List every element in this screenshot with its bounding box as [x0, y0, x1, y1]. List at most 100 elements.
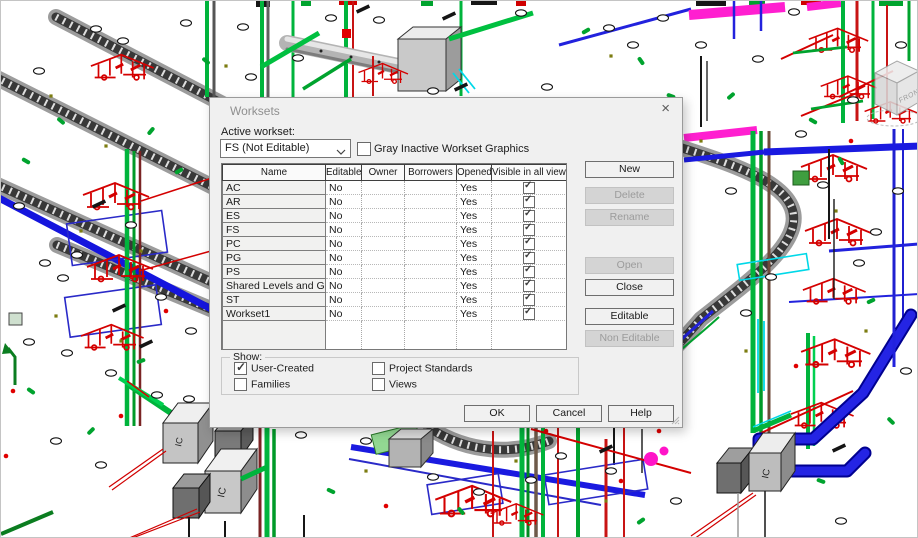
model-geometry-top	[261, 1, 533, 97]
workset-name[interactable]: FS	[223, 223, 326, 237]
workset-editable: No	[326, 265, 362, 279]
workset-owner	[362, 293, 405, 307]
close-icon[interactable]: ×	[661, 101, 670, 117]
dialog-title: Worksets	[230, 104, 280, 118]
table-row: PG No Yes	[223, 251, 567, 265]
visible-checkbox[interactable]	[523, 266, 535, 278]
table-empty-row	[223, 321, 567, 351]
workset-opened: Yes	[457, 265, 492, 279]
revit-window: IC	[0, 0, 918, 538]
rename-button[interactable]: Rename	[585, 209, 674, 226]
workset-editable: No	[326, 307, 362, 321]
workset-opened: Yes	[457, 307, 492, 321]
resize-grip-icon[interactable]	[671, 416, 680, 425]
active-workset-dropdown[interactable]: FS (Not Editable)	[220, 139, 351, 158]
delete-button[interactable]: Delete	[585, 187, 674, 204]
project-standards-label: Project Standards	[389, 362, 472, 374]
workset-name[interactable]: Workset1	[223, 307, 326, 321]
visible-checkbox[interactable]	[523, 182, 535, 194]
table-row: AC No Yes	[223, 181, 567, 195]
chevron-down-icon	[336, 146, 346, 158]
worksets-dialog: Worksets × Active workset: FS (Not Edita…	[209, 97, 683, 428]
workset-opened: Yes	[457, 279, 492, 293]
project-standards-checkbox[interactable]	[372, 362, 385, 375]
workset-name[interactable]: PS	[223, 265, 326, 279]
show-group: Show: User-Created Project Standards Fam…	[221, 357, 579, 395]
col-opened: Opened	[457, 165, 492, 181]
workset-editable: No	[326, 251, 362, 265]
views-label: Views	[389, 378, 417, 390]
workset-owner	[362, 237, 405, 251]
workset-opened: Yes	[457, 293, 492, 307]
workset-opened: Yes	[457, 251, 492, 265]
workset-opened: Yes	[457, 181, 492, 195]
visible-checkbox[interactable]	[523, 252, 535, 264]
visible-checkbox[interactable]	[523, 280, 535, 292]
worksets-table: Name Editable Owner Borrowers Opened Vis…	[221, 163, 567, 350]
workset-owner	[362, 307, 405, 321]
workset-borrowers	[405, 265, 457, 279]
workset-name[interactable]: AR	[223, 195, 326, 209]
close-button[interactable]: Close	[585, 279, 674, 296]
visible-checkbox[interactable]	[523, 294, 535, 306]
workset-name[interactable]: AC	[223, 181, 326, 195]
table-row: AR No Yes	[223, 195, 567, 209]
open-button[interactable]: Open	[585, 257, 674, 274]
col-borrowers: Borrowers	[405, 165, 457, 181]
workset-name[interactable]: PG	[223, 251, 326, 265]
families-checkbox[interactable]	[234, 378, 247, 391]
visible-checkbox[interactable]	[523, 238, 535, 250]
families-label: Families	[251, 378, 290, 390]
workset-opened: Yes	[457, 237, 492, 251]
col-owner: Owner	[362, 165, 405, 181]
workset-borrowers	[405, 251, 457, 265]
mechanical-unit[interactable]: IC	[205, 449, 257, 513]
workset-borrowers	[405, 279, 457, 293]
gray-inactive-checkbox[interactable]	[357, 142, 371, 156]
workset-borrowers	[405, 293, 457, 307]
visible-checkbox[interactable]	[523, 308, 535, 320]
cancel-button[interactable]: Cancel	[536, 405, 602, 422]
workset-borrowers	[405, 181, 457, 195]
model-geometry-right	[659, 129, 918, 449]
user-created-label: User-Created	[251, 362, 314, 374]
workset-editable: No	[326, 181, 362, 195]
workset-borrowers	[405, 307, 457, 321]
workset-editable: No	[326, 237, 362, 251]
workset-opened: Yes	[457, 223, 492, 237]
active-workset-label: Active workset:	[221, 126, 295, 138]
workset-owner	[362, 195, 405, 209]
workset-editable: No	[326, 209, 362, 223]
workset-name[interactable]: ST	[223, 293, 326, 307]
help-button[interactable]: Help	[608, 405, 674, 422]
visible-checkbox[interactable]	[523, 210, 535, 222]
visible-checkbox[interactable]	[523, 196, 535, 208]
workset-borrowers	[405, 237, 457, 251]
table-row: Shared Levels and Grids No Yes	[223, 279, 567, 293]
workset-owner	[362, 265, 405, 279]
table-row: ST No Yes	[223, 293, 567, 307]
col-name: Name	[223, 165, 326, 181]
workset-name[interactable]: Shared Levels and Grids	[223, 279, 326, 293]
ok-button[interactable]: OK	[464, 405, 530, 422]
workset-editable: No	[326, 293, 362, 307]
col-editable: Editable	[326, 165, 362, 181]
workset-owner	[362, 279, 405, 293]
dialog-titlebar[interactable]: Worksets ×	[210, 98, 682, 122]
views-checkbox[interactable]	[372, 378, 385, 391]
table-row: Workset1 No Yes	[223, 307, 567, 321]
workset-borrowers	[405, 195, 457, 209]
non-editable-button[interactable]: Non Editable	[585, 330, 674, 347]
visible-checkbox[interactable]	[523, 224, 535, 236]
workset-opened: Yes	[457, 209, 492, 223]
editable-button[interactable]: Editable	[585, 308, 674, 325]
viewcube[interactable]: FRONT	[867, 61, 918, 126]
user-created-checkbox[interactable]	[234, 362, 247, 375]
new-button[interactable]: New	[585, 161, 674, 178]
workset-name[interactable]: ES	[223, 209, 326, 223]
gray-inactive-label: Gray Inactive Workset Graphics	[374, 143, 529, 155]
workset-owner	[362, 209, 405, 223]
workset-name[interactable]: PC	[223, 237, 326, 251]
col-visible: Visible in all views	[492, 165, 567, 181]
workset-opened: Yes	[457, 195, 492, 209]
